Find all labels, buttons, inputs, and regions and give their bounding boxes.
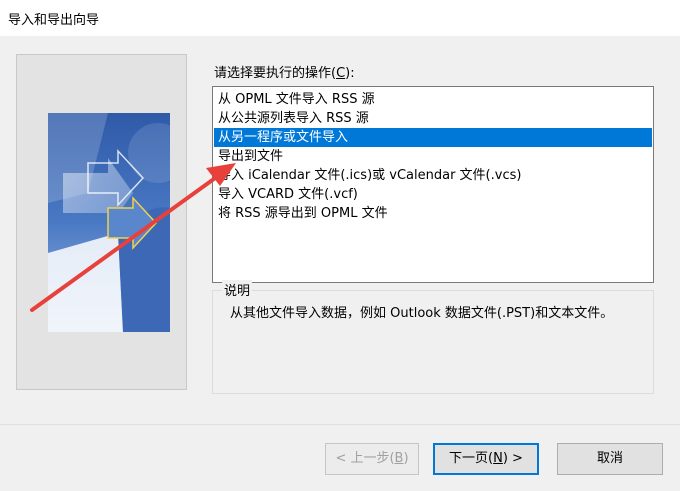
list-item-import-public-rss[interactable]: 从公共源列表导入 RSS 源 [214,109,652,128]
list-item-import-from-program-or-file[interactable]: 从另一程序或文件导入 [214,128,652,147]
description-legend: 说明 [222,280,253,299]
action-prompt-label: 请选择要执行的操作(C): [214,66,355,81]
list-item-import-vcard[interactable]: 导入 VCARD 文件(.vcf) [214,185,652,204]
back-button[interactable]: < 上一步(B) [325,443,419,475]
action-listbox[interactable]: 从 OPML 文件导入 RSS 源 从公共源列表导入 RSS 源 从另一程序或文… [212,86,654,283]
description-text: 从其他文件导入数据，例如 Outlook 数据文件(.PST)和文本文件。 [230,306,614,321]
list-item-export-to-file[interactable]: 导出到文件 [214,147,652,166]
list-item-export-rss-opml[interactable]: 将 RSS 源导出到 OPML 文件 [214,204,652,223]
cancel-button[interactable]: 取消 [557,443,663,475]
window-title: 导入和导出向导 [8,13,100,28]
title-bar: 导入和导出向导 [0,0,680,36]
footer-separator [0,424,680,425]
list-item-import-icalendar[interactable]: 导入 iCalendar 文件(.ics)或 vCalendar 文件(.vcs… [214,166,652,185]
list-item-import-opml-rss[interactable]: 从 OPML 文件导入 RSS 源 [214,90,652,109]
wizard-illustration [16,54,187,390]
next-button[interactable]: 下一页(N) > [433,443,539,475]
wizard-art-image [48,113,170,332]
